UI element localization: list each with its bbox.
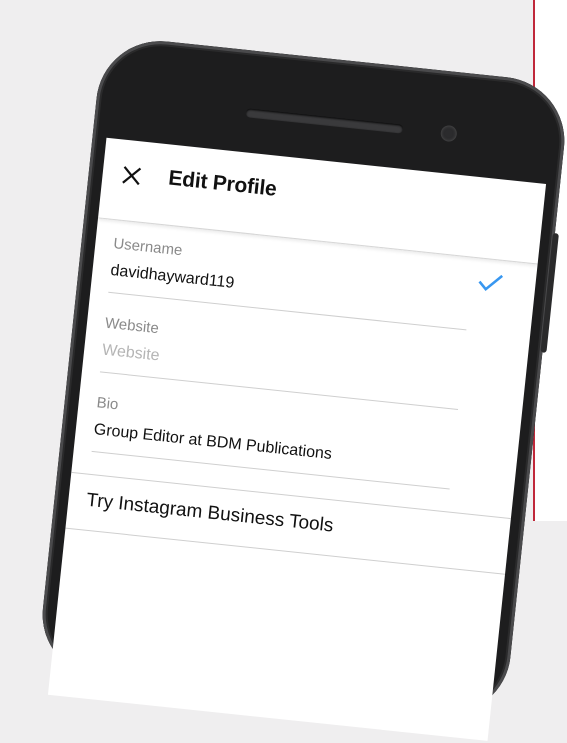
website-field[interactable]: Website Website bbox=[99, 315, 464, 410]
close-icon[interactable] bbox=[120, 164, 144, 188]
business-tools-link[interactable]: Try Instagram Business Tools bbox=[85, 490, 334, 538]
phone-frame: Edit Profile Username davidhayward119 We… bbox=[36, 34, 567, 741]
phone-frame-wrapper: Edit Profile Username davidhayward119 We… bbox=[0, 34, 567, 741]
phone-screen: Edit Profile Username davidhayward119 We… bbox=[47, 137, 547, 741]
bio-field[interactable]: Bio Group Editor at BDM Publications bbox=[91, 394, 456, 490]
earpiece-speaker bbox=[245, 108, 404, 134]
page-title: Edit Profile bbox=[167, 166, 278, 201]
check-icon[interactable] bbox=[476, 271, 504, 294]
section-divider-bottom bbox=[65, 527, 506, 575]
front-camera-icon bbox=[440, 124, 458, 143]
